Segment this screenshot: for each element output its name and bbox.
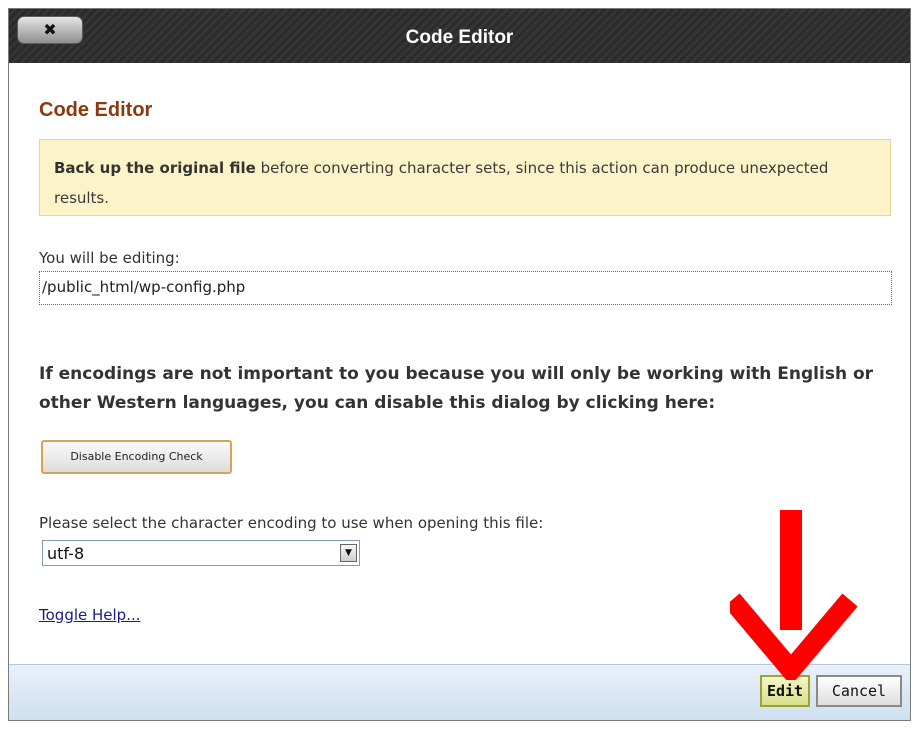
encoding-select[interactable]: utf-8 ▼ xyxy=(42,540,360,566)
arrow-down-icon xyxy=(730,510,858,680)
toggle-help-link[interactable]: Toggle Help... xyxy=(39,606,141,624)
file-path-field: /public_html/wp-config.php xyxy=(39,271,892,305)
page-title: Code Editor xyxy=(39,99,153,121)
editing-label: You will be editing: xyxy=(39,249,180,267)
encoding-select-label: Please select the character encoding to … xyxy=(39,514,544,532)
disable-encoding-check-button[interactable]: Disable Encoding Check xyxy=(41,440,232,474)
window-title: Code Editor xyxy=(405,27,514,48)
encoding-selected-value: utf-8 xyxy=(47,544,85,563)
encoding-info-text: If encodings are not important to you be… xyxy=(39,364,874,413)
chevron-down-icon[interactable]: ▼ xyxy=(340,544,357,562)
warning-emphasis: Back up the original file xyxy=(54,159,256,177)
title-bar: ✖ Code Editor xyxy=(9,9,910,63)
warning-box: Back up the original file before convert… xyxy=(39,139,891,216)
